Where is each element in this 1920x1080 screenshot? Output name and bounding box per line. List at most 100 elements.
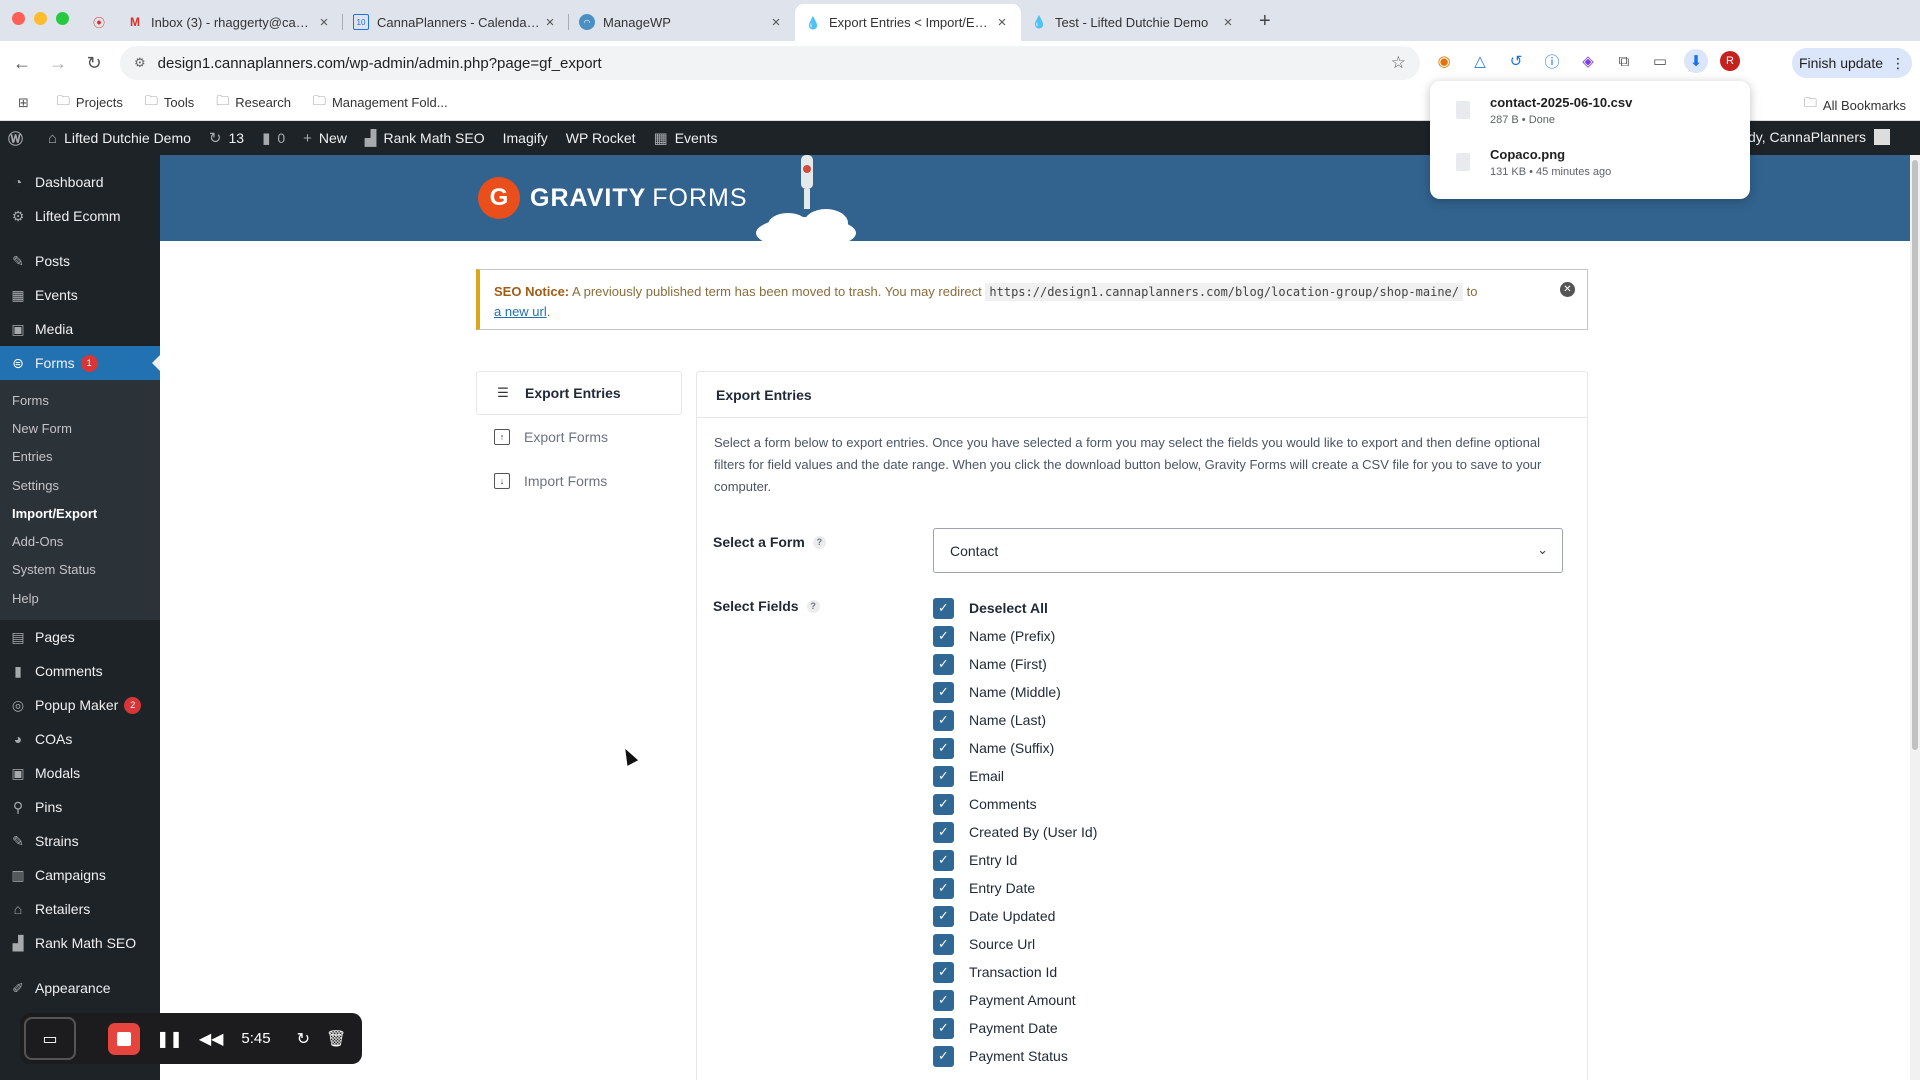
sidebar-item-pages[interactable]: ▤ Pages [0, 620, 160, 654]
submenu-settings[interactable]: Settings [0, 471, 160, 499]
download-item[interactable]: Copaco.png 131 KB • 45 minutes ago [1430, 147, 1750, 199]
sidebar-item-rank-math[interactable]: ▟ Rank Math SEO [0, 926, 160, 960]
field-checkbox[interactable]: ✓ Name (Prefix) [933, 622, 1097, 650]
sidebar-item-pins[interactable]: ⚲ Pins [0, 790, 160, 824]
dismiss-notice-icon[interactable]: ✕ [1560, 282, 1575, 297]
bookmark-folder[interactable]: 🗀 Research [216, 92, 291, 114]
submenu-import-export[interactable]: Import/Export [0, 499, 160, 527]
field-checkbox[interactable]: ✓ Entry Id [933, 846, 1097, 874]
puzzle-extensions-icon[interactable]: ⧉ [1612, 49, 1636, 73]
submenu-forms[interactable]: Forms [0, 386, 160, 414]
updates-link[interactable]: ↻ 13 [209, 129, 244, 147]
close-tab-icon[interactable]: × [1219, 14, 1237, 31]
close-tab-icon[interactable]: × [541, 14, 559, 31]
field-checkbox[interactable]: ✓ Name (Suffix) [933, 734, 1097, 762]
reload-icon[interactable]: ↻ [80, 53, 108, 74]
field-checkbox[interactable]: ✓ Entry Date [933, 874, 1097, 902]
profile-avatar[interactable]: R [1720, 51, 1740, 71]
browser-tab[interactable]: ◠ ManageWP × [569, 5, 795, 39]
maximize-window-button[interactable] [56, 12, 69, 25]
sidebar-item-forms[interactable]: ⊜ Forms 1 [0, 346, 160, 380]
rankmath-link[interactable]: ▟ Rank Math SEO [365, 129, 485, 147]
submenu-entries[interactable]: Entries [0, 443, 160, 471]
rewind-icon[interactable]: ◀◀ [199, 1029, 224, 1049]
site-name-link[interactable]: ⌂ Lifted Dutchie Demo [48, 130, 191, 147]
sidebar-item-popup-maker[interactable]: ◎ Popup Maker 2 [0, 688, 160, 722]
field-checkbox[interactable]: ✓ Transaction Id [933, 958, 1097, 986]
field-checkbox[interactable]: ✓ Payment Date [933, 1014, 1097, 1042]
minimize-window-button[interactable] [34, 12, 47, 25]
submenu-new-form[interactable]: New Form [0, 414, 160, 442]
bookmark-star-icon[interactable]: ☆ [1391, 53, 1406, 73]
restart-icon[interactable]: ↻ [297, 1029, 310, 1049]
sidebar-item-modals[interactable]: ▣ Modals [0, 756, 160, 790]
submenu-system-status[interactable]: System Status [0, 556, 160, 584]
back-icon[interactable]: ← [8, 53, 36, 74]
comments-link[interactable]: ▮ 0 [262, 129, 285, 147]
pause-icon[interactable]: ❚❚ [156, 1029, 183, 1049]
password-extension-icon[interactable]: ⓘ [1540, 49, 1564, 73]
sidebar-item-posts[interactable]: ✎ Posts [0, 244, 160, 278]
sidebar-item-appearance[interactable]: ✐ Appearance [0, 971, 160, 1005]
sidebar-item-coas[interactable]: ◕ COAs [0, 722, 160, 756]
field-checkbox[interactable]: ✓ Name (Middle) [933, 678, 1097, 706]
bookmark-folder[interactable]: 🗀 Projects [57, 92, 123, 114]
browser-tab[interactable]: 10 CannaPlanners - Calendar - W × [343, 5, 569, 39]
color-extension-icon[interactable]: ◉ [1432, 49, 1456, 73]
browser-tab[interactable]: M Inbox (3) - rhaggerty@canna × [117, 5, 343, 39]
field-checkbox[interactable]: ✓ Name (First) [933, 650, 1097, 678]
address-bar[interactable]: ⚙ design1.cannaplanners.com/wp-admin/adm… [120, 46, 1420, 80]
wordpress-logo-icon[interactable]: Ⓦ [8, 128, 30, 149]
grammar-extension-icon[interactable]: ↺ [1504, 49, 1528, 73]
field-checkbox[interactable]: ✓ Name (Last) [933, 706, 1097, 734]
sidebar-item-dashboard[interactable]: ◔ Dashboard [0, 165, 160, 199]
sidebar-item-strains[interactable]: ✎ Strains [0, 824, 160, 858]
close-tab-icon[interactable]: × [315, 14, 333, 31]
sidebar-item-comments[interactable]: ▮ Comments [0, 654, 160, 688]
new-content-link[interactable]: + New [303, 130, 347, 147]
sidebar-item-lifted-ecomm[interactable]: ⚙ Lifted Ecomm [0, 199, 160, 233]
form-select[interactable]: Contact ⌄ [933, 528, 1563, 573]
field-checkbox[interactable]: ✓ Date Updated [933, 902, 1097, 930]
sidebar-item-campaigns[interactable]: ▥ Campaigns [0, 858, 160, 892]
finish-update-button[interactable]: Finish update ⋮ [1792, 48, 1912, 78]
all-bookmarks[interactable]: 🗀 All Bookmarks [1804, 94, 1906, 116]
page-scrollbar[interactable] [1910, 155, 1920, 1080]
forward-icon[interactable]: → [44, 53, 72, 74]
submenu-help[interactable]: Help [0, 584, 160, 612]
tab-import-forms[interactable]: ↓ Import Forms [476, 459, 682, 503]
stop-recording-button[interactable] [108, 1022, 140, 1055]
field-checkbox[interactable]: ✓ Comments [933, 790, 1097, 818]
wprocket-link[interactable]: WP Rocket [566, 130, 636, 146]
tab-export-entries[interactable]: ☰ Export Entries [476, 371, 682, 415]
apps-grid-icon[interactable]: ⊞ [18, 95, 35, 111]
help-icon[interactable]: ? [806, 599, 820, 613]
imagify-link[interactable]: Imagify [503, 130, 548, 146]
camera-icon[interactable]: ▭ [24, 1017, 76, 1060]
field-checkbox[interactable]: ✓ Source Url [933, 930, 1097, 958]
events-link[interactable]: ▦ Events [654, 129, 718, 147]
scrollbar-thumb[interactable] [1912, 160, 1918, 750]
submenu-add-ons[interactable]: Add-Ons [0, 527, 160, 555]
help-icon[interactable]: ? [812, 535, 826, 549]
drive-extension-icon[interactable]: △ [1468, 49, 1492, 73]
field-checkbox[interactable]: ✓ Payment Amount [933, 986, 1097, 1014]
browser-tab-active[interactable]: 💧 Export Entries < Import/Expor × [795, 4, 1021, 41]
deselect-all-checkbox[interactable]: ✓ Deselect All [933, 594, 1097, 622]
bookmark-folder[interactable]: 🗀 Tools [145, 92, 194, 114]
ai-extension-icon[interactable]: ◈ [1576, 49, 1600, 73]
download-icon[interactable]: ⬇ [1684, 49, 1708, 73]
account-menu[interactable]: owdy, CannaPlanners [1730, 129, 1890, 145]
field-checkbox[interactable]: ✓ Created By (User Id) [933, 818, 1097, 846]
close-tab-icon[interactable]: × [993, 14, 1011, 31]
new-tab-button[interactable]: + [1247, 10, 1283, 41]
close-tab-icon[interactable]: × [767, 14, 785, 31]
tab-export-forms[interactable]: ↑ Export Forms [476, 415, 682, 459]
cast-icon[interactable]: ▭ [1648, 49, 1672, 73]
field-checkbox[interactable]: ✓ Payment Status [933, 1042, 1097, 1070]
close-window-button[interactable] [12, 12, 25, 25]
sidebar-item-retailers[interactable]: ⌂ Retailers [0, 892, 160, 926]
sidebar-item-events[interactable]: ▦ Events [0, 278, 160, 312]
sidebar-item-media[interactable]: ▣ Media [0, 312, 160, 346]
recording-tab[interactable]: ⦿ [83, 5, 117, 39]
